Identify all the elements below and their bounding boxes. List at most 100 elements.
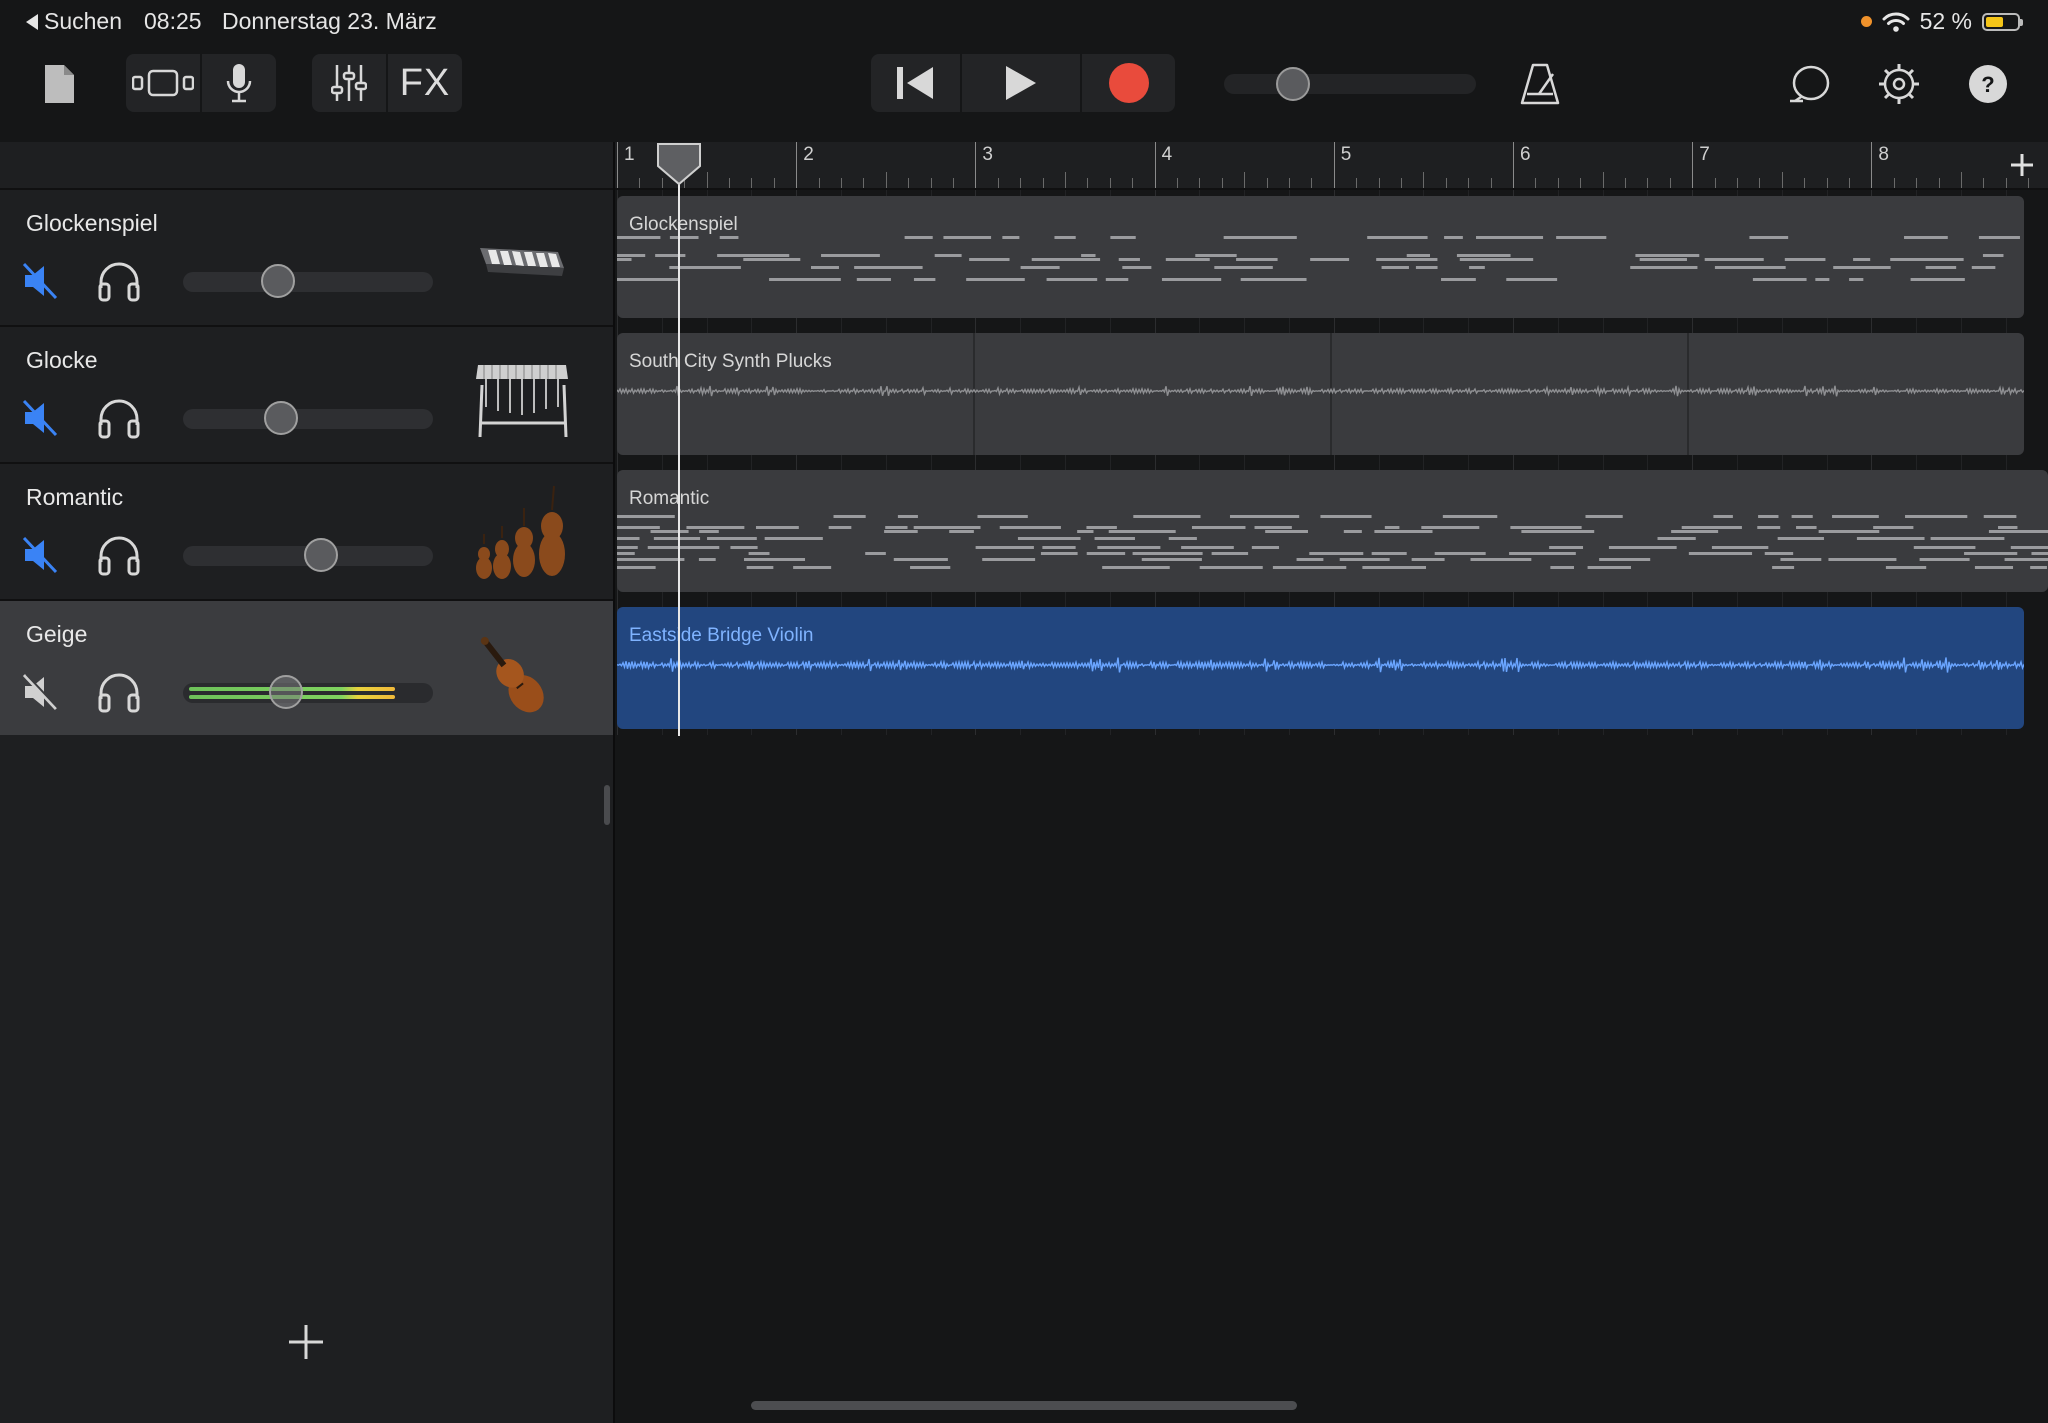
mute-button[interactable] bbox=[20, 671, 62, 713]
midi-note bbox=[913, 278, 936, 281]
region-romantic[interactable]: Romantic bbox=[617, 470, 2048, 592]
horizontal-scrollbar[interactable] bbox=[751, 1401, 1297, 1410]
loop-browser-button[interactable] bbox=[1784, 58, 1834, 110]
midi-note bbox=[856, 278, 891, 281]
midi-note bbox=[1905, 515, 1968, 518]
mute-button[interactable] bbox=[20, 534, 62, 576]
add-track-button[interactable] bbox=[286, 1322, 326, 1362]
midi-note bbox=[1757, 526, 1781, 529]
solo-button[interactable] bbox=[96, 671, 142, 713]
solo-button[interactable] bbox=[96, 397, 142, 439]
midi-note bbox=[2010, 546, 2048, 549]
midi-note bbox=[1476, 236, 1544, 239]
midi-note bbox=[1815, 278, 1830, 281]
transport-group bbox=[871, 54, 1175, 112]
midi-note bbox=[1199, 566, 1263, 569]
timeline-ruler[interactable]: 1 2 3 4 5 6 7 8 bbox=[615, 142, 2048, 190]
beat-tick bbox=[1490, 178, 1492, 188]
track-header-glocke[interactable]: Glocke bbox=[0, 325, 613, 461]
midi-note bbox=[1296, 558, 1324, 561]
wifi-icon bbox=[1882, 12, 1910, 32]
help-button[interactable]: ? bbox=[1964, 60, 2012, 108]
midi-note bbox=[1764, 552, 1794, 555]
beat-tick bbox=[1378, 178, 1380, 188]
midi-note bbox=[769, 278, 841, 281]
midi-note bbox=[1086, 552, 1126, 555]
metronome-button[interactable] bbox=[1516, 58, 1564, 110]
beat-tick bbox=[1983, 178, 1985, 188]
midi-note bbox=[977, 515, 1028, 518]
mute-button[interactable] bbox=[20, 397, 62, 439]
playhead[interactable] bbox=[678, 146, 680, 736]
beat-tick bbox=[1266, 178, 1268, 188]
add-section-button[interactable] bbox=[1998, 142, 2046, 188]
volume-knob[interactable] bbox=[261, 264, 295, 298]
back-to-search-link[interactable]: Suchen bbox=[26, 8, 122, 35]
record-button[interactable] bbox=[1080, 54, 1175, 112]
midi-note bbox=[1671, 530, 1719, 533]
my-songs-button[interactable] bbox=[36, 60, 82, 108]
volume-knob[interactable] bbox=[303, 538, 338, 572]
fx-button[interactable]: FX bbox=[386, 54, 462, 112]
midi-note bbox=[1849, 278, 1864, 281]
tracks-view-button[interactable] bbox=[126, 54, 200, 112]
midi-note bbox=[1077, 530, 1094, 533]
track-controls-button[interactable] bbox=[312, 54, 386, 112]
midi-note bbox=[1102, 566, 1170, 569]
document-icon bbox=[45, 65, 74, 103]
volume-knob[interactable] bbox=[268, 675, 303, 709]
solo-button[interactable] bbox=[96, 534, 142, 576]
audio-waveform bbox=[617, 657, 2024, 673]
track-name: Glockenspiel bbox=[26, 210, 158, 236]
track-header-geige[interactable]: Geige bbox=[0, 599, 613, 735]
midi-note bbox=[1521, 530, 1595, 533]
play-button[interactable] bbox=[959, 54, 1080, 112]
beat-tick bbox=[841, 178, 842, 188]
track-lanes[interactable]: Glockenspiel South City Synth Plucks Rom… bbox=[615, 190, 2048, 1423]
glockenspiel-icon bbox=[470, 208, 574, 308]
beat-tick bbox=[1401, 178, 1402, 188]
midi-note bbox=[698, 558, 716, 561]
track-header-romantic[interactable]: Romantic bbox=[0, 462, 613, 598]
region-glockenspiel[interactable]: Glockenspiel bbox=[617, 196, 2024, 318]
midi-note bbox=[1780, 558, 1822, 561]
midi-note bbox=[1556, 236, 1607, 239]
settings-button[interactable] bbox=[1874, 58, 1924, 110]
midi-note bbox=[1444, 236, 1463, 239]
track-name: Romantic bbox=[26, 484, 124, 510]
midi-note bbox=[1236, 258, 1278, 261]
midi-note bbox=[1042, 546, 1076, 549]
master-volume-knob[interactable] bbox=[1276, 67, 1310, 101]
master-volume-slider[interactable] bbox=[1224, 74, 1476, 94]
solo-button[interactable] bbox=[96, 260, 142, 302]
midi-note bbox=[669, 236, 699, 239]
playhead-handle[interactable] bbox=[656, 142, 702, 186]
volume-slider[interactable] bbox=[183, 683, 433, 703]
midi-note bbox=[647, 546, 720, 549]
midi-note bbox=[1456, 254, 1511, 257]
panel-resize-handle[interactable] bbox=[604, 785, 610, 825]
region-eastside-bridge-violin[interactable]: Eastside Bridge Violin bbox=[617, 607, 2024, 729]
microphone-button[interactable] bbox=[200, 54, 276, 112]
volume-knob[interactable] bbox=[263, 401, 298, 435]
headphones-icon bbox=[98, 673, 140, 713]
vibraphone-icon bbox=[470, 345, 574, 445]
midi-note bbox=[650, 530, 689, 533]
violin-icon bbox=[470, 619, 574, 719]
midi-note bbox=[1749, 236, 1789, 239]
volume-slider[interactable] bbox=[183, 272, 433, 292]
volume-slider[interactable] bbox=[183, 409, 433, 429]
bar-number: 8 bbox=[1878, 144, 1889, 165]
speaker-muted-icon bbox=[22, 673, 59, 711]
beat-tick bbox=[1087, 178, 1089, 188]
region-south-city-synth-plucks[interactable]: South City Synth Plucks bbox=[617, 333, 2024, 455]
clock: 08:25 bbox=[144, 8, 202, 34]
midi-note bbox=[865, 552, 886, 555]
track-header-glockenspiel[interactable]: Glockenspiel bbox=[0, 188, 613, 324]
midi-note bbox=[1549, 546, 1584, 549]
bar-number: 6 bbox=[1520, 144, 1531, 165]
midi-notes bbox=[617, 236, 2020, 281]
mute-button[interactable] bbox=[20, 260, 62, 302]
go-to-beginning-button[interactable] bbox=[871, 54, 960, 112]
midi-note bbox=[1752, 278, 1807, 281]
